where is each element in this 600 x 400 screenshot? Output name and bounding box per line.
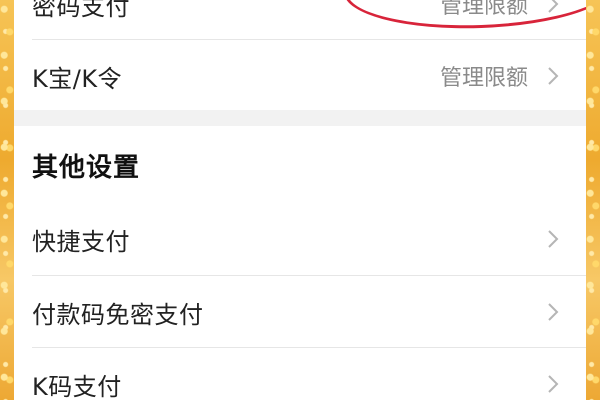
chevron-right-icon — [548, 230, 559, 248]
quick-payment-label: 快捷支付 — [32, 227, 130, 256]
decorative-border-right — [586, 0, 600, 400]
other-settings-title: 其他设置 — [32, 153, 141, 183]
kbao-kling-limit-link[interactable]: 管理限额 — [440, 60, 528, 92]
password-payment-label: 密码支付 — [32, 0, 130, 21]
kcode-payment-row[interactable]: K码支付 — [14, 348, 586, 400]
chevron-right-icon — [548, 67, 559, 85]
quick-payment-row[interactable]: 快捷支付 — [14, 203, 586, 275]
kcode-payment-label: K码支付 — [32, 372, 122, 400]
kbao-kling-row[interactable]: K宝/K令 管理限额 — [14, 40, 586, 112]
chevron-right-icon — [548, 375, 559, 393]
decorative-border-left — [0, 0, 14, 400]
kbao-kling-label: K宝/K令 — [32, 64, 123, 93]
section-gap — [14, 110, 586, 126]
chevron-right-icon — [548, 303, 559, 321]
payment-code-passwordless-label: 付款码免密支付 — [32, 300, 204, 329]
settings-panel: 密码支付 管理限额 K宝/K令 管理限额 其他设置 快捷支付 付款码免密支付 K… — [14, 0, 586, 400]
payment-code-passwordless-row[interactable]: 付款码免密支付 — [14, 276, 586, 348]
